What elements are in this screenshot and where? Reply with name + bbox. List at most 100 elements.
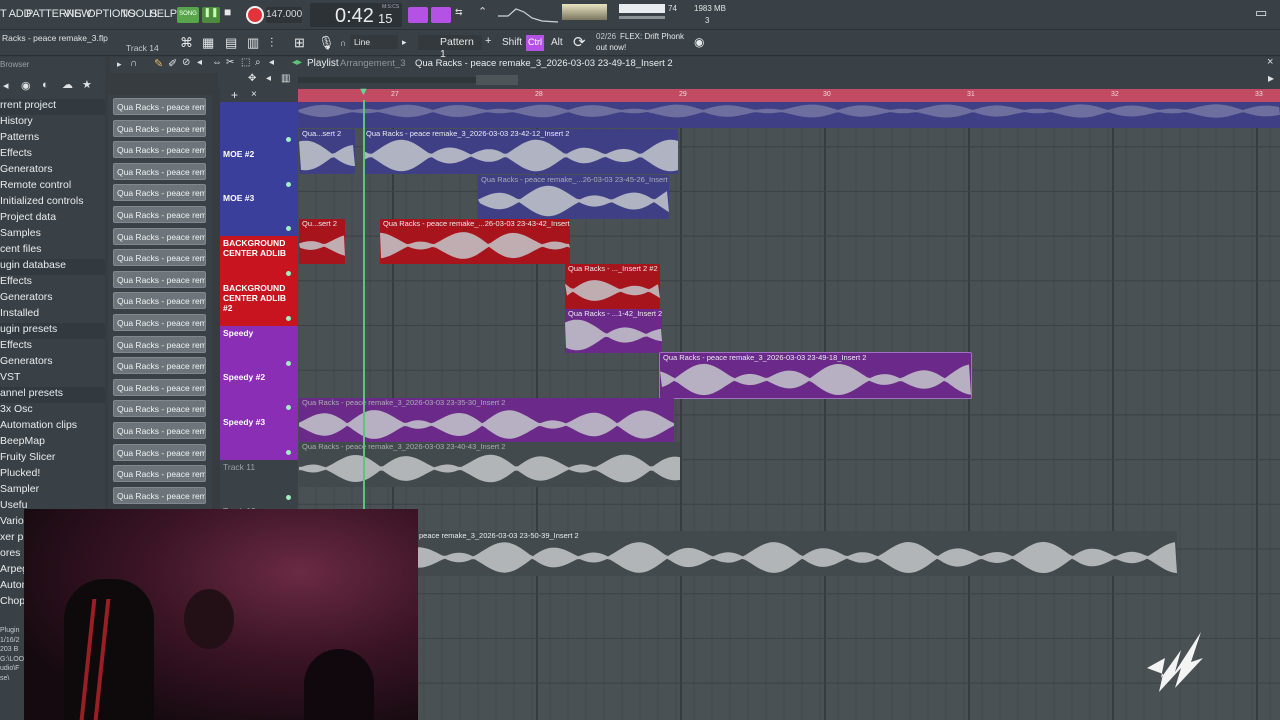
tempo-display[interactable]: 147.000 [266,7,302,23]
track-header[interactable]: Track 11 [220,459,298,505]
channel-button[interactable]: Qua Racks - peace remak [113,141,206,159]
move-icon[interactable]: ✥ [248,73,256,84]
browser-item[interactable]: Sampler [0,483,105,499]
scroll-left-icon[interactable]: ◂ [266,73,271,84]
playhead-marker-icon[interactable]: ▼ [358,87,370,98]
browser-item[interactable]: History [0,115,105,131]
magnet-snap-icon[interactable]: ∩ [130,58,137,69]
timeline-ruler[interactable]: 27 28 29 30 31 32 33 [298,89,1280,102]
playback-icon[interactable]: ◂ [269,57,274,68]
track-mute-led[interactable] [286,315,291,321]
song-mode-toggle[interactable]: SONG [177,7,199,23]
channel-button[interactable]: Qua Racks - peace remak [113,486,206,504]
news-icon[interactable]: ⟳ [573,33,586,51]
microphone-icon[interactable]: 🎙 [318,35,335,51]
channel-button[interactable]: Qua Racks - peace remak [113,443,206,461]
browser-item[interactable]: Fruity Slicer [0,451,105,467]
channel-button[interactable]: Qua Racks - peace remak [113,162,206,180]
playlist-tool-icon[interactable]: ⌘ [180,35,193,51]
browser-item[interactable]: VST [0,371,105,387]
select-icon[interactable]: ⬚ [241,57,250,68]
track-header[interactable]: MOE #3 [220,191,298,237]
news-headline-2[interactable]: out now! [596,43,626,52]
arrow-right-icon[interactable]: ▸ [402,37,407,48]
browser-item[interactable]: Initialized controls [0,195,105,211]
browser-item[interactable]: Generators [0,355,105,371]
track-header[interactable]: Speedy [220,325,298,371]
browser-item[interactable]: Project data [0,211,105,227]
plugin-picker-icon[interactable]: ⊞ [294,35,305,51]
track-mute-led[interactable] [286,494,291,500]
master-volume-display[interactable] [562,4,607,20]
cloud-icon[interactable]: ☁ [62,78,73,91]
channel-button[interactable]: Qua Racks - peace remak [113,270,206,288]
track-mute-led[interactable] [286,271,291,277]
news-headline[interactable]: FLEX: Drift Phonk [620,32,684,41]
channel-button[interactable]: Qua Racks - peace remak [113,335,206,353]
channel-button[interactable]: Qua Racks - peace remak [113,465,206,483]
channel-button[interactable]: Qua Racks - peace remak [113,400,206,418]
channel-button[interactable]: Qua Racks - peace remak [113,378,206,396]
grid-icon[interactable]: ▥ [281,73,290,84]
track-mute-led[interactable] [286,360,291,366]
browser-item[interactable]: Patterns [0,131,105,147]
browser-item[interactable]: Samples [0,227,105,243]
track-header[interactable]: BACKGROUND CENTER ADLIB #2 [220,280,298,326]
back-icon[interactable]: ◂ [3,79,9,92]
browser-item[interactable]: Effects [0,147,105,163]
browser-item[interactable]: Remote control [0,179,105,195]
delete-icon[interactable]: ⊘ [182,57,190,68]
countdown-toggle[interactable] [431,7,451,23]
playlist-grid[interactable] [298,102,1280,720]
browser-item[interactable]: BeepMap [0,435,105,451]
track-mute-led[interactable] [286,137,291,142]
mute-icon[interactable]: ◂ [197,57,202,68]
slice-icon[interactable]: ✂ [226,57,234,68]
browser-item[interactable]: Plucked! [0,467,105,483]
star-icon[interactable]: ★ [82,78,92,91]
browser-item[interactable]: Generators [0,291,105,307]
magnet-icon[interactable]: ∩ [340,38,346,48]
browser-item[interactable]: cent files [0,243,105,259]
track-header[interactable]: MOE #2 [220,146,298,192]
remove-track-icon[interactable]: × [251,89,257,100]
loop-record-icon[interactable]: ⇆ [455,7,473,23]
playlist-menu-icon[interactable]: ▸ [117,59,122,70]
brush-icon[interactable]: ✐ [168,57,177,70]
channel-button[interactable]: Qua Racks - peace remak [113,292,206,310]
track-header[interactable] [220,102,298,147]
channel-button[interactable]: Qua Racks - peace remak [113,357,206,375]
track-header[interactable]: BACKGROUND CENTER ADLIB [220,236,298,282]
track-header[interactable]: Speedy #3 [220,414,298,460]
browser-icon[interactable]: ⫶ [270,35,273,51]
record-button[interactable] [246,6,264,24]
scrollbar-thumb[interactable] [476,75,518,85]
channel-rack-icon[interactable]: ▤ [225,35,237,51]
slip-icon[interactable]: ⇔ [212,57,222,68]
track-mute-led[interactable] [286,181,291,187]
pattern-selector[interactable]: Pattern 1 [418,35,482,60]
track-mute-led[interactable] [286,449,291,455]
browser-folder-header[interactable]: rrent project [0,99,105,115]
browser-item[interactable]: Automation clips [0,419,105,435]
channel-button[interactable]: Qua Racks - peace remak [113,119,206,137]
globe-icon[interactable]: ◉ [694,35,704,49]
browser-item[interactable]: Installed [0,307,105,323]
minimize-icon[interactable]: ▭ [1255,5,1267,21]
playlist-close-icon[interactable]: × [1267,56,1273,68]
stop-button[interactable]: ■ [224,5,240,21]
pencil-icon[interactable]: ✎ [154,57,163,70]
view-icon[interactable]: ◐ [42,79,49,91]
channel-button[interactable]: Qua Racks - peace remak [113,98,206,115]
snap-selector[interactable]: Line [350,35,398,49]
channel-button[interactable]: Qua Racks - peace remak [113,184,206,202]
track-mute-led[interactable] [286,405,291,411]
collapse-icon[interactable]: ◉ [21,79,31,92]
browser-item[interactable]: Generators [0,163,105,179]
browser-folder-header[interactable]: ugin database [0,259,105,275]
browser-folder-header[interactable]: annel presets [0,387,105,403]
metronome-toggle[interactable] [408,7,428,23]
browser-item[interactable]: Effects [0,275,105,291]
menu-help[interactable]: HELP [149,8,177,20]
play-button[interactable]: ❚❚ [202,7,220,23]
